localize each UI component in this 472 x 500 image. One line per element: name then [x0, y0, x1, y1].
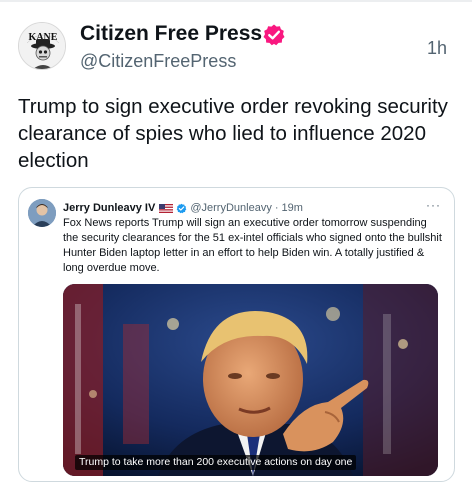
quoted-post[interactable]: Jerry Dunleavy IV @JerryDunleavy · 19m ·… [18, 187, 455, 482]
kane-logo-icon: KANE [19, 23, 65, 69]
quoted-author-avatar[interactable] [28, 199, 56, 227]
more-icon[interactable]: ··· [426, 198, 441, 212]
quoted-separator: · [274, 202, 279, 214]
author-handle[interactable]: @CitizenFreePress [80, 51, 236, 72]
media-image [63, 284, 438, 476]
quoted-media[interactable]: Trump to take more than 200 executive ac… [63, 284, 438, 476]
quoted-header: Jerry Dunleavy IV @JerryDunleavy · 19m [63, 200, 303, 216]
post-text: Trump to sign executive order revoking s… [18, 95, 448, 172]
quoted-author-name[interactable]: Jerry Dunleavy IV [63, 202, 155, 214]
post[interactable]: KANE Citizen Free Press @CitizenFreePres… [0, 0, 472, 500]
verified-badge-icon [263, 24, 285, 46]
blue-verified-icon [177, 203, 187, 213]
avatar-image [28, 199, 56, 227]
media-caption: Trump to take more than 200 executive ac… [75, 455, 357, 470]
quoted-text: Fox News reports Trump will sign an exec… [63, 217, 442, 274]
author-name[interactable]: Citizen Free Press [80, 22, 262, 46]
quoted-timestamp[interactable]: 19m [281, 202, 302, 214]
post-timestamp[interactable]: 1h [427, 38, 447, 59]
quoted-author-handle[interactable]: @JerryDunleavy [190, 202, 271, 214]
author-avatar[interactable]: KANE [18, 22, 66, 70]
us-flag-icon [159, 203, 174, 213]
